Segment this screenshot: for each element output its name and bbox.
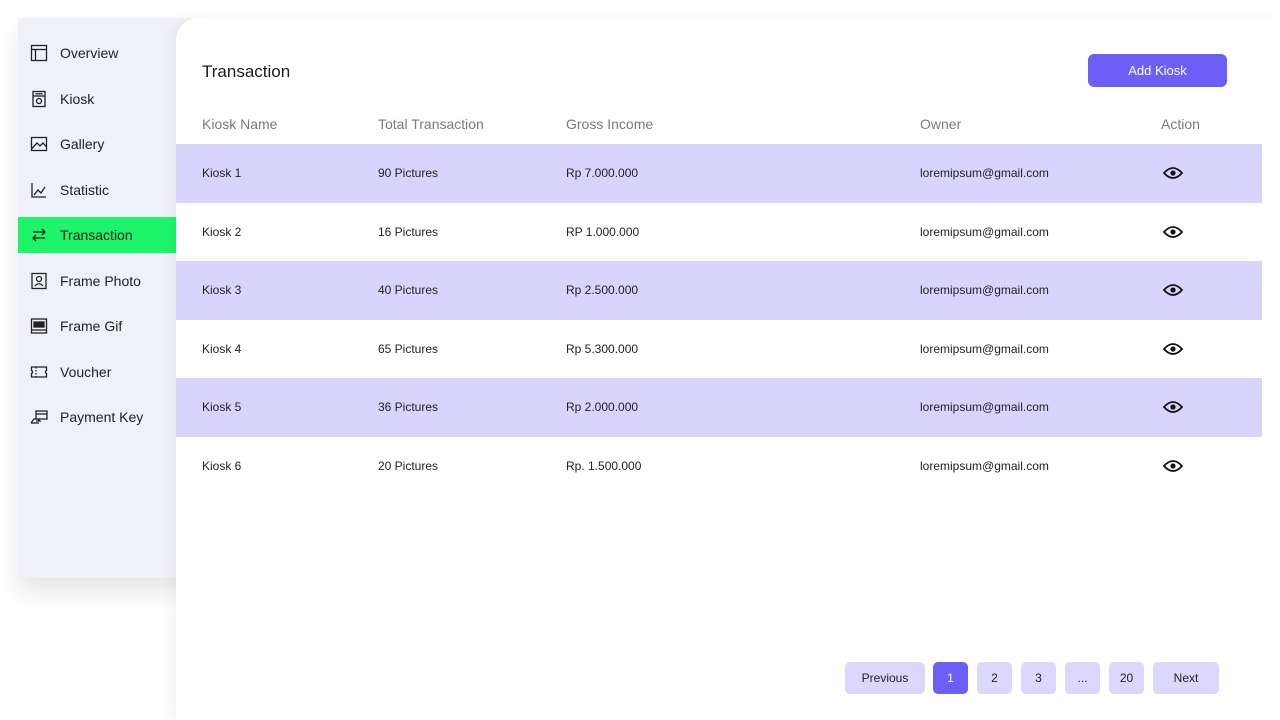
arrows-icon [30, 226, 48, 244]
sidebar-item-label: Frame Gif [60, 318, 123, 334]
column-header-owner: Owner [920, 116, 962, 132]
cell-kiosk-name: Kiosk 2 [202, 224, 242, 239]
cell-gross-income: Rp 5.300.000 [566, 341, 639, 356]
cell-owner: loremipsum@gmail.com [920, 341, 1049, 356]
gif-icon [30, 317, 48, 335]
cell-gross-income: Rp 2.500.000 [566, 283, 639, 298]
table-header: Kiosk Name Total Transaction Gross Incom… [176, 116, 1262, 136]
cell-kiosk-name: Kiosk 6 [202, 458, 242, 473]
table-row: Kiosk 3 40 Pictures Rp 2.500.000 loremip… [176, 261, 1262, 320]
cell-total-transaction: 65 Pictures [378, 341, 439, 356]
cell-kiosk-name: Kiosk 1 [202, 166, 242, 181]
eye-icon[interactable] [1163, 437, 1183, 496]
column-header-total-transaction: Total Transaction [378, 116, 484, 132]
cell-gross-income: Rp. 1.500.000 [566, 458, 642, 473]
eye-icon[interactable] [1163, 320, 1183, 379]
sidebar-item-label: Statistic [60, 182, 110, 198]
portrait-icon [30, 272, 48, 290]
cell-total-transaction: 20 Pictures [378, 458, 439, 473]
eye-icon[interactable] [1163, 261, 1183, 320]
sidebar-item-label: Transaction [60, 227, 133, 243]
sidebar-item-label: Voucher [60, 364, 112, 380]
cell-owner: loremipsum@gmail.com [920, 224, 1049, 239]
column-header-gross-income: Gross Income [566, 116, 654, 132]
image-icon [30, 135, 48, 153]
cell-gross-income: Rp 7.000.000 [566, 166, 639, 181]
table-row: Kiosk 1 90 Pictures Rp 7.000.000 loremip… [176, 144, 1262, 203]
eye-icon[interactable] [1163, 378, 1183, 437]
kiosk-icon [30, 90, 48, 108]
page-button-3[interactable]: 3 [1021, 662, 1056, 694]
previous-page-button[interactable]: Previous [845, 662, 925, 694]
cell-owner: loremipsum@gmail.com [920, 458, 1049, 473]
ticket-icon [30, 363, 48, 381]
page-button-2[interactable]: 2 [977, 662, 1012, 694]
cell-owner: loremipsum@gmail.com [920, 166, 1049, 181]
next-page-button[interactable]: Next [1153, 662, 1219, 694]
cell-owner: loremipsum@gmail.com [920, 283, 1049, 298]
cell-kiosk-name: Kiosk 4 [202, 341, 242, 356]
table-row: Kiosk 2 16 Pictures RP 1.000.000 loremip… [176, 203, 1262, 262]
eye-icon[interactable] [1163, 144, 1183, 203]
page-title: Transaction [202, 62, 291, 81]
cell-total-transaction: 16 Pictures [378, 224, 439, 239]
cell-kiosk-name: Kiosk 5 [202, 400, 242, 415]
cell-total-transaction: 40 Pictures [378, 283, 439, 298]
add-kiosk-button[interactable]: Add Kiosk [1088, 54, 1227, 87]
column-header-kiosk-name: Kiosk Name [202, 116, 278, 132]
page-ellipsis-button[interactable]: ... [1065, 662, 1100, 694]
sidebar-item-label: Payment Key [60, 409, 144, 425]
cell-gross-income: Rp 2.000.000 [566, 400, 639, 415]
chart-icon [30, 181, 48, 199]
sidebar-item-label: Overview [60, 45, 119, 61]
table-row: Kiosk 4 65 Pictures Rp 5.300.000 loremip… [176, 320, 1262, 379]
transaction-table: Kiosk 1 90 Pictures Rp 7.000.000 loremip… [176, 144, 1262, 495]
eye-icon[interactable] [1163, 203, 1183, 262]
table-row: Kiosk 5 36 Pictures Rp 2.000.000 loremip… [176, 378, 1262, 437]
table-row: Kiosk 6 20 Pictures Rp. 1.500.000 loremi… [176, 437, 1262, 496]
cell-kiosk-name: Kiosk 3 [202, 283, 242, 298]
page-button-1[interactable]: 1 [933, 662, 968, 694]
cell-owner: loremipsum@gmail.com [920, 400, 1049, 415]
page-button-20[interactable]: 20 [1109, 662, 1144, 694]
column-header-action: Action [1161, 116, 1200, 132]
cell-total-transaction: 36 Pictures [378, 400, 439, 415]
sidebar-item-label: Frame Photo [60, 273, 141, 289]
sidebar-item-label: Kiosk [60, 91, 95, 107]
sidebar-item-label: Gallery [60, 136, 105, 152]
cell-total-transaction: 90 Pictures [378, 166, 439, 181]
payment-icon [30, 408, 48, 426]
cell-gross-income: RP 1.000.000 [566, 224, 640, 239]
layout-icon [30, 44, 48, 62]
main-panel: Transaction Add Kiosk Kiosk Name Total T… [176, 18, 1280, 720]
